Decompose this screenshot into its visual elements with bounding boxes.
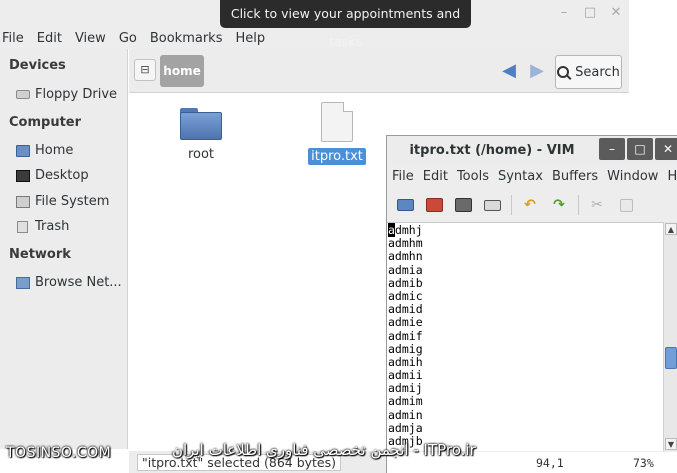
clock-tooltip: Click to view your appointments and task… xyxy=(220,0,471,49)
cursor-position: 94,1 xyxy=(536,456,564,470)
save-icon[interactable] xyxy=(423,194,445,216)
sidebar-item-label: Browse Net... xyxy=(35,275,122,290)
sidebar-item-desktop[interactable]: Desktop xyxy=(16,168,89,183)
vim-buffer-line: admia xyxy=(388,262,423,277)
sidebar-heading-devices: Devices xyxy=(9,58,66,73)
search-icon xyxy=(557,66,570,78)
sidebar-heading-computer: Computer xyxy=(9,115,82,130)
close-button[interactable]: ✕ xyxy=(609,5,623,20)
file-name: root xyxy=(187,147,215,162)
vim-buffer-line: admhn xyxy=(388,249,423,264)
save-all-icon[interactable] xyxy=(452,194,474,216)
file-name: itpro.txt xyxy=(308,148,366,165)
sidebar-item-file-system[interactable]: File System xyxy=(16,194,109,209)
copy-icon[interactable] xyxy=(615,194,637,216)
watermark-left: TOSINSO.COM xyxy=(6,445,112,461)
undo-icon[interactable]: ↶ xyxy=(519,194,541,216)
menu-edit[interactable]: Edit xyxy=(35,28,69,49)
scroll-up-icon[interactable]: ▲ xyxy=(665,223,677,235)
vim-menu-tools[interactable]: Tools xyxy=(452,166,493,188)
watermark-right: انجمن تخصصی فناوری اطلاعات ایران - ITPro… xyxy=(172,441,476,459)
sidebar-item-floppy-drive[interactable]: Floppy Drive xyxy=(16,87,117,102)
forward-arrow-icon[interactable]: ▶ xyxy=(527,61,547,81)
sidebar-item-label: Home xyxy=(35,143,74,158)
trash-icon xyxy=(17,220,28,233)
vim-buffer-lines: admhj admhm admhn admia admib admic admid admie… xyxy=(388,223,423,448)
sidebar-item-label: File System xyxy=(35,194,110,209)
vim-buffer-line: admin xyxy=(388,407,423,422)
vim-menu-buffers[interactable]: Buffers xyxy=(547,166,602,188)
menu-help[interactable]: Help xyxy=(233,28,272,49)
file-system-icon xyxy=(16,195,30,208)
file-item-root[interactable]: root xyxy=(166,108,236,163)
vim-menu-window[interactable]: Window xyxy=(602,166,662,188)
vim-titlebar: itpro.txt (/home) - VIM – □ ✕ xyxy=(387,136,677,166)
scrollbar-thumb[interactable] xyxy=(665,347,677,369)
toolbar-separator xyxy=(511,195,512,215)
vim-menubar: File Edit Tools Syntax Buffers Window H xyxy=(387,166,677,188)
sidebar-item-label: Desktop xyxy=(35,168,89,183)
search-label: Search xyxy=(575,64,620,80)
file-manager-window-controls: – □ ✕ xyxy=(557,5,623,20)
print-icon[interactable] xyxy=(481,194,503,216)
menu-view[interactable]: View xyxy=(73,28,113,49)
path-bar-toggle-button[interactable]: ⊟ xyxy=(134,59,156,81)
sidebar-item-trash[interactable]: Trash xyxy=(16,219,69,234)
scroll-down-icon[interactable]: ▼ xyxy=(665,438,677,450)
vim-menu-syntax[interactable]: Syntax xyxy=(493,166,547,188)
sidebar-item-label: Trash xyxy=(35,219,70,234)
vim-close-button[interactable]: ✕ xyxy=(655,138,677,160)
minimize-button[interactable]: – xyxy=(557,5,571,20)
vim-menu-help[interactable]: H xyxy=(662,166,677,188)
sidebar-item-home[interactable]: Home xyxy=(16,143,73,158)
menu-file[interactable]: File xyxy=(0,28,31,49)
places-sidebar: Devices Floppy Drive Computer Home Deskt… xyxy=(0,49,128,449)
vim-minimize-button[interactable]: – xyxy=(599,138,625,160)
file-percent: 73% xyxy=(633,456,654,470)
maximize-button[interactable]: □ xyxy=(583,5,597,20)
file-manager-toolbar: ⊟ home ◀ ▶ Search xyxy=(129,49,629,93)
cut-icon[interactable]: ✂ xyxy=(586,194,608,216)
path-button-home[interactable]: home xyxy=(160,55,204,87)
vim-toolbar: ↶ ↷ ✂ xyxy=(387,190,677,220)
sidebar-item-browse-network[interactable]: Browse Net... xyxy=(16,275,122,290)
vim-buffer-line: admig xyxy=(388,341,423,356)
vim-buffer-line: admim xyxy=(388,394,423,409)
vim-scrollbar[interactable]: ▲ ▼ xyxy=(663,222,677,451)
home-folder-icon xyxy=(16,144,30,157)
vim-window: itpro.txt (/home) - VIM – □ ✕ File Edit … xyxy=(386,135,677,473)
toolbar-separator xyxy=(578,195,579,215)
vim-menu-file[interactable]: File xyxy=(387,166,418,188)
file-item-itpro-txt[interactable]: itpro.txt xyxy=(302,102,372,165)
vim-text-area[interactable]: admhj admhm admhn admia admib admic admid admie… xyxy=(387,222,663,451)
file-manager-menubar: File Edit View Go Bookmarks Help xyxy=(0,28,629,49)
floppy-drive-icon xyxy=(16,90,30,99)
vim-buffer-line: admib xyxy=(388,275,423,290)
menu-go[interactable]: Go xyxy=(117,28,144,49)
vim-buffer-line: admie xyxy=(388,315,423,330)
vim-buffer-line: admif xyxy=(388,328,423,343)
vim-window-title: itpro.txt (/home) - VIM xyxy=(409,143,575,158)
sidebar-heading-network: Network xyxy=(9,247,71,262)
open-icon[interactable] xyxy=(394,194,416,216)
redo-icon[interactable]: ↷ xyxy=(548,194,570,216)
text-file-icon xyxy=(321,102,353,142)
vim-menu-edit[interactable]: Edit xyxy=(418,166,452,188)
text-cursor: a xyxy=(388,223,395,237)
search-button[interactable]: Search xyxy=(555,55,622,89)
back-arrow-icon[interactable]: ◀ xyxy=(499,61,519,81)
vim-maximize-button[interactable]: □ xyxy=(627,138,653,160)
network-icon xyxy=(16,276,30,289)
menu-bookmarks[interactable]: Bookmarks xyxy=(148,28,230,49)
vim-window-controls: – □ ✕ xyxy=(599,138,677,160)
desktop-icon xyxy=(16,169,30,182)
folder-icon xyxy=(180,108,222,140)
sidebar-item-label: Floppy Drive xyxy=(35,87,118,102)
